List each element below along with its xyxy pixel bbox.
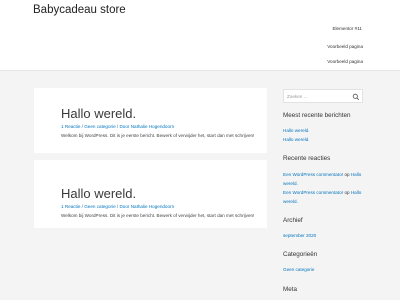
recent-comment: Een WordPress commentator op Hallo: [283, 172, 361, 177]
category-link[interactable]: Geen categorie: [283, 267, 314, 272]
post-meta[interactable]: 1 Reactie / Geen categorie / Door Nathal…: [61, 124, 174, 129]
post-title[interactable]: Hallo wereld.: [61, 106, 136, 121]
post-meta[interactable]: 1 Reactie / Geen categorie / Door Nathal…: [61, 204, 174, 209]
recent-comment: Een WordPress commentator op Hallo: [283, 190, 361, 195]
recent-post-link[interactable]: Hallo wereld.: [283, 128, 310, 133]
post-card: Hallo wereld. 1 Reactie / Geen categorie…: [34, 88, 267, 153]
search-icon[interactable]: [352, 93, 360, 101]
comment-post-link-cont[interactable]: wereld.: [283, 181, 298, 186]
site-header: Babycadeau store Elementor #11 Voorbeeld…: [0, 0, 400, 71]
post-title[interactable]: Hallo wereld.: [61, 186, 136, 201]
comment-author-link[interactable]: Een WordPress commentator: [283, 172, 343, 177]
comment-post-link[interactable]: Hallo: [351, 190, 361, 195]
archive-link[interactable]: september 2020: [283, 233, 316, 238]
meta-title: Meta: [283, 286, 297, 293]
search-input[interactable]: [287, 92, 349, 100]
recent-comments-title: Recente reacties: [283, 155, 331, 162]
comment-post-link[interactable]: Hallo: [351, 172, 361, 177]
search-form: [283, 89, 363, 103]
nav-item-sample-page-2[interactable]: Voorbeeld pagina: [327, 59, 363, 64]
comment-separator: op: [343, 190, 351, 195]
comment-author-link[interactable]: Een WordPress commentator: [283, 190, 343, 195]
recent-posts-title: Meest recente berichten: [283, 112, 351, 119]
nav-item-sample-page[interactable]: Voorbeeld pagina: [327, 44, 363, 49]
post-excerpt: Welkom bij WordPress. Dit is je eerste b…: [61, 133, 255, 138]
post-card: Hallo wereld. 1 Reactie / Geen categorie…: [34, 160, 267, 228]
archive-title: Archief: [283, 217, 303, 224]
site-title[interactable]: Babycadeau store: [33, 4, 126, 16]
nav-item-elementor[interactable]: Elementor #11: [332, 26, 362, 31]
comment-separator: op: [343, 172, 351, 177]
recent-post-link[interactable]: Hallo wereld.: [283, 137, 310, 142]
post-excerpt: Welkom bij WordPress. Dit is je eerste b…: [61, 213, 255, 218]
comment-post-link-cont[interactable]: wereld.: [283, 199, 298, 204]
categories-title: Categorieën: [283, 251, 318, 258]
